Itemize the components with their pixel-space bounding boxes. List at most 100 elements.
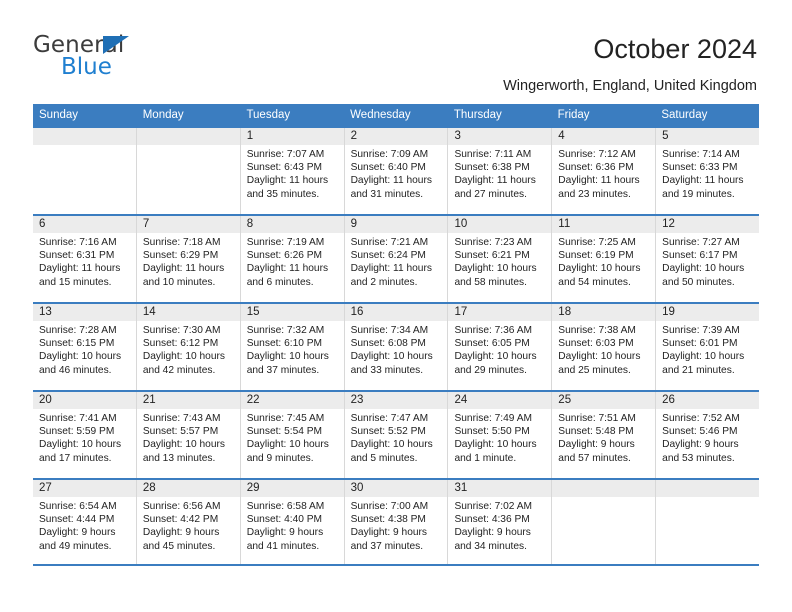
day-sun-info: Sunrise: 7:28 AM Sunset: 6:15 PM Daylight:… — [33, 321, 136, 377]
sunrise-text: Sunrise: 7:51 AM — [558, 413, 636, 424]
sunrise-text: Sunrise: 7:32 AM — [246, 325, 325, 336]
daylight-text: Daylight: 10 hours and 1 minute. — [454, 439, 537, 464]
calendar-week-row: 27 Sunrise: 6:54 AM Sunset: 4:44 PM Dayligh… — [33, 478, 760, 566]
sunset-text: Sunset: 6:43 PM — [246, 162, 323, 174]
calendar-day-cell[interactable]: 4 Sunrise: 7:12 AM Sunset: 6:36 PM Daylight… — [552, 128, 657, 214]
daylight-text: Daylight: 11 hours and 19 minutes. — [662, 175, 744, 200]
day-sun-info: Sunrise: 7:43 AM Sunset: 5:57 PM Daylight:… — [137, 409, 240, 465]
calendar-day-cell[interactable]: 5 Sunrise: 7:14 AM Sunset: 6:33 PM Daylight… — [656, 128, 760, 214]
sunset-text: Sunset: 6:05 PM — [454, 338, 530, 350]
sunrise-text: Sunrise: 7:34 AM — [350, 325, 429, 336]
day-number: 30 — [344, 480, 448, 497]
sunset-text: Sunset: 4:38 PM — [350, 514, 426, 526]
day-sun-info: Sunrise: 7:11 AM Sunset: 6:38 PM Daylight:… — [448, 145, 551, 201]
sunrise-text: Sunrise: 7:00 AM — [350, 501, 429, 512]
calendar-day-cell[interactable]: 31 Sunrise: 7:02 AM Sunset: 4:36 PM Dayligh… — [448, 480, 553, 564]
calendar-day-cell[interactable]: 2 Sunrise: 7:09 AM Sunset: 6:40 PM Daylight… — [344, 128, 449, 214]
day-number: 13 — [33, 304, 136, 321]
calendar-day-cell[interactable]: 12 Sunrise: 7:27 AM Sunset: 6:17 PM Dayligh… — [656, 216, 760, 302]
day-sun-info: Sunrise: 6:54 AM Sunset: 4:44 PM Daylight:… — [33, 497, 136, 553]
day-number: 10 — [448, 216, 552, 233]
calendar-day-cell[interactable]: 27 Sunrise: 6:54 AM Sunset: 4:44 PM Dayligh… — [33, 480, 137, 564]
calendar-day-cell[interactable]: 24 Sunrise: 7:49 AM Sunset: 5:50 PM Dayligh… — [448, 392, 553, 478]
calendar-day-cell[interactable]: 25 Sunrise: 7:51 AM Sunset: 5:48 PM Dayligh… — [552, 392, 657, 478]
day-sun-info: Sunrise: 7:38 AM Sunset: 6:03 PM Daylight:… — [552, 321, 655, 377]
sunrise-text: Sunrise: 7:21 AM — [350, 237, 429, 248]
day-number: 18 — [552, 304, 656, 321]
calendar-day-cell[interactable]: 19 Sunrise: 7:39 AM Sunset: 6:01 PM Dayligh… — [656, 304, 760, 390]
daylight-text: Daylight: 10 hours and 54 minutes. — [558, 263, 641, 288]
sunrise-text: Sunrise: 7:47 AM — [350, 413, 429, 424]
day-number: 2 — [344, 128, 448, 145]
day-sun-info: Sunrise: 7:18 AM Sunset: 6:29 PM Daylight:… — [137, 233, 240, 289]
daylight-text: Daylight: 11 hours and 2 minutes. — [350, 263, 432, 288]
sunset-text: Sunset: 6:12 PM — [142, 338, 219, 350]
calendar-day-cell[interactable]: 20 Sunrise: 7:41 AM Sunset: 5:59 PM Dayligh… — [33, 392, 137, 478]
calendar-day-cell[interactable]: 10 Sunrise: 7:23 AM Sunset: 6:21 PM Dayligh… — [448, 216, 553, 302]
daylight-text: Daylight: 11 hours and 10 minutes. — [142, 263, 225, 288]
calendar-day-cell[interactable]: 7 Sunrise: 7:18 AM Sunset: 6:29 PM Daylight… — [136, 216, 241, 302]
calendar-day-cell[interactable]: 13 Sunrise: 7:28 AM Sunset: 6:15 PM Dayligh… — [33, 304, 137, 390]
daylight-text: Daylight: 10 hours and 33 minutes. — [350, 351, 433, 376]
day-number: 11 — [552, 216, 656, 233]
sunrise-text: Sunrise: 7:18 AM — [142, 237, 221, 248]
sunset-text: Sunset: 6:29 PM — [142, 250, 219, 262]
calendar-day-cell[interactable]: 15 Sunrise: 7:32 AM Sunset: 6:10 PM Dayligh… — [240, 304, 345, 390]
calendar-day-cell[interactable]: 11 Sunrise: 7:25 AM Sunset: 6:19 PM Dayligh… — [552, 216, 657, 302]
sunset-text: Sunset: 6:17 PM — [662, 250, 738, 262]
day-number: 9 — [344, 216, 448, 233]
calendar-day-cell[interactable]: 9 Sunrise: 7:21 AM Sunset: 6:24 PM Daylight… — [344, 216, 449, 302]
day-sun-info: Sunrise: 7:39 AM Sunset: 6:01 PM Daylight:… — [656, 321, 759, 377]
daylight-text: Daylight: 10 hours and 5 minutes. — [350, 439, 433, 464]
day-sun-info: Sunrise: 7:25 AM Sunset: 6:19 PM Daylight:… — [552, 233, 655, 289]
weekday-header-monday: Monday — [142, 109, 184, 121]
day-number: 8 — [240, 216, 344, 233]
day-sun-info: Sunrise: 7:16 AM Sunset: 6:31 PM Daylight:… — [33, 233, 136, 289]
calendar-day-cell[interactable]: 16 Sunrise: 7:34 AM Sunset: 6:08 PM Dayligh… — [344, 304, 449, 390]
calendar-day-cell[interactable]: 17 Sunrise: 7:36 AM Sunset: 6:05 PM Dayligh… — [448, 304, 553, 390]
general-blue-logo[interactable]: General Blue — [33, 32, 203, 84]
sunset-text: Sunset: 4:40 PM — [246, 514, 323, 526]
sunrise-text: Sunrise: 7:11 AM — [454, 149, 532, 160]
calendar-day-cell[interactable]: 28 Sunrise: 6:56 AM Sunset: 4:42 PM Dayligh… — [136, 480, 241, 564]
calendar-day-cell[interactable]: 22 Sunrise: 7:45 AM Sunset: 5:54 PM Dayligh… — [240, 392, 345, 478]
calendar-day-cell[interactable]: 14 Sunrise: 7:30 AM Sunset: 6:12 PM Dayligh… — [136, 304, 241, 390]
day-number: 17 — [448, 304, 552, 321]
calendar-day-cell[interactable]: 6 Sunrise: 7:16 AM Sunset: 6:31 PM Daylight… — [33, 216, 137, 302]
page-subtitle-location: Wingerworth, England, United Kingdom — [503, 78, 757, 94]
sunrise-text: Sunrise: 7:09 AM — [350, 149, 429, 160]
daylight-text: Daylight: 10 hours and 9 minutes. — [246, 439, 329, 464]
calendar-day-cell[interactable]: 8 Sunrise: 7:19 AM Sunset: 6:26 PM Daylight… — [240, 216, 345, 302]
day-sun-info: Sunrise: 7:07 AM Sunset: 6:43 PM Daylight:… — [241, 145, 344, 201]
calendar-day-cell[interactable]: 30 Sunrise: 7:00 AM Sunset: 4:38 PM Dayligh… — [344, 480, 449, 564]
sunset-text: Sunset: 6:01 PM — [662, 338, 738, 350]
calendar-page: General Blue October 2024 Wingerworth, E… — [0, 0, 792, 612]
daylight-text: Daylight: 9 hours and 53 minutes. — [662, 439, 739, 464]
daylight-text: Daylight: 10 hours and 29 minutes. — [454, 351, 537, 376]
sunset-text: Sunset: 5:52 PM — [350, 426, 426, 438]
calendar-day-cell[interactable]: 21 Sunrise: 7:43 AM Sunset: 5:57 PM Dayligh… — [136, 392, 241, 478]
logo-text-blue: Blue — [61, 54, 112, 80]
daylight-text: Daylight: 11 hours and 6 minutes. — [246, 263, 329, 288]
daylight-text: Daylight: 10 hours and 21 minutes. — [662, 351, 745, 376]
weekday-header-wednesday: Wednesday — [350, 109, 411, 121]
daylight-text: Daylight: 9 hours and 57 minutes. — [558, 439, 635, 464]
day-sun-info: Sunrise: 7:21 AM Sunset: 6:24 PM Daylight:… — [345, 233, 448, 289]
sunrise-text: Sunrise: 7:16 AM — [39, 237, 117, 248]
day-number: 4 — [552, 128, 656, 145]
sunset-text: Sunset: 6:03 PM — [558, 338, 634, 350]
calendar-day-cell[interactable]: 18 Sunrise: 7:38 AM Sunset: 6:03 PM Dayligh… — [552, 304, 657, 390]
sunset-text: Sunset: 6:33 PM — [662, 162, 738, 174]
sunrise-text: Sunrise: 7:02 AM — [454, 501, 533, 512]
day-number: 7 — [136, 216, 240, 233]
daylight-text: Daylight: 10 hours and 58 minutes. — [454, 263, 537, 288]
calendar-grid: Sunday Monday Tuesday Wednesday Thursday Frid… — [33, 104, 760, 566]
sunset-text: Sunset: 6:19 PM — [558, 250, 634, 262]
calendar-day-cell[interactable]: 3 Sunrise: 7:11 AM Sunset: 6:38 PM Daylight… — [448, 128, 553, 214]
day-number — [552, 480, 656, 497]
calendar-day-cell[interactable]: 1 Sunrise: 7:07 AM Sunset: 6:43 PM Daylight… — [240, 128, 345, 214]
calendar-day-cell[interactable]: 23 Sunrise: 7:47 AM Sunset: 5:52 PM Dayligh… — [344, 392, 449, 478]
calendar-day-cell[interactable]: 29 Sunrise: 6:58 AM Sunset: 4:40 PM Dayligh… — [240, 480, 345, 564]
calendar-day-cell[interactable]: 26 Sunrise: 7:52 AM Sunset: 5:46 PM Dayligh… — [656, 392, 760, 478]
calendar-day-cell-empty — [656, 480, 760, 564]
